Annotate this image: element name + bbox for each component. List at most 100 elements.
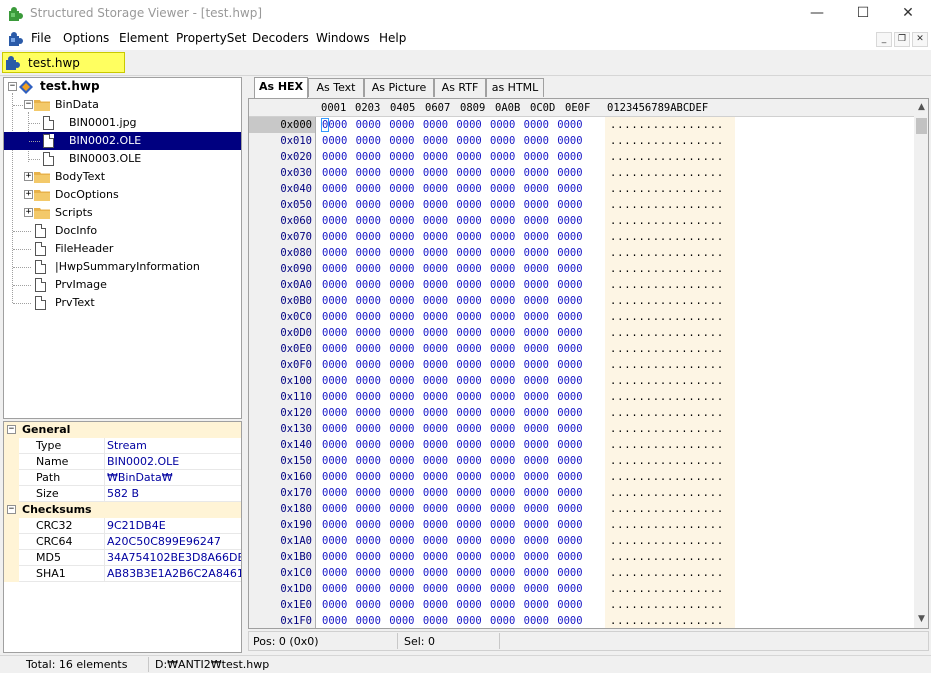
hex-row[interactable]: 0x0B0 0000 0000 0000 0000 0000 0000 0000 … bbox=[249, 293, 914, 309]
row-ascii[interactable]: ................ bbox=[610, 343, 724, 355]
section-general[interactable]: − General bbox=[4, 422, 241, 438]
hex-row[interactable]: 0x1E0 0000 0000 0000 0000 0000 0000 0000 … bbox=[249, 597, 914, 613]
property-row-crc64[interactable]: CRC64 A20C50C899E96247 bbox=[4, 534, 241, 550]
hex-row[interactable]: 0x1C0 0000 0000 0000 0000 0000 0000 0000 … bbox=[249, 565, 914, 581]
row-ascii[interactable]: ................ bbox=[610, 583, 724, 595]
row-ascii[interactable]: ................ bbox=[610, 439, 724, 451]
row-ascii[interactable]: ................ bbox=[610, 167, 724, 179]
hex-row[interactable]: 0x170 0000 0000 0000 0000 0000 0000 0000 … bbox=[249, 485, 914, 501]
collapse-icon[interactable]: − bbox=[7, 505, 16, 514]
row-bytes[interactable]: 0000 0000 0000 0000 0000 0000 0000 0000 bbox=[322, 311, 583, 323]
row-ascii[interactable]: ................ bbox=[610, 247, 724, 259]
hex-row[interactable]: 0x130 0000 0000 0000 0000 0000 0000 0000 … bbox=[249, 421, 914, 437]
row-ascii[interactable]: ................ bbox=[610, 231, 724, 243]
property-row-name[interactable]: Name BIN0002.OLE bbox=[4, 454, 241, 470]
property-row-size[interactable]: Size 582 B bbox=[4, 486, 241, 502]
row-ascii[interactable]: ................ bbox=[610, 359, 724, 371]
row-ascii[interactable]: ................ bbox=[610, 119, 724, 131]
row-bytes[interactable]: 0000 0000 0000 0000 0000 0000 0000 0000 bbox=[322, 535, 583, 547]
hex-row[interactable]: 0x080 0000 0000 0000 0000 0000 0000 0000 … bbox=[249, 245, 914, 261]
row-bytes[interactable]: 0000 0000 0000 0000 0000 0000 0000 0000 bbox=[322, 391, 583, 403]
row-bytes[interactable]: 0000 0000 0000 0000 0000 0000 0000 0000 bbox=[322, 407, 583, 419]
row-bytes[interactable]: 0000 0000 0000 0000 0000 0000 0000 0000 bbox=[322, 279, 583, 291]
tab-as-text[interactable]: As Text bbox=[308, 78, 364, 97]
hex-row[interactable]: 0x0A0 0000 0000 0000 0000 0000 0000 0000 … bbox=[249, 277, 914, 293]
document-tab[interactable]: test.hwp bbox=[2, 52, 125, 73]
row-ascii[interactable]: ................ bbox=[610, 199, 724, 211]
hex-row[interactable]: 0x0D0 0000 0000 0000 0000 0000 0000 0000 … bbox=[249, 325, 914, 341]
row-bytes[interactable]: 0000 0000 0000 0000 0000 0000 0000 0000 bbox=[322, 551, 583, 563]
property-row-sha1[interactable]: SHA1 AB83B3E1A2B6C2A8461... bbox=[4, 566, 241, 582]
hex-row[interactable]: 0x110 0000 0000 0000 0000 0000 0000 0000 … bbox=[249, 389, 914, 405]
hex-row[interactable]: 0x020 0000 0000 0000 0000 0000 0000 0000 … bbox=[249, 149, 914, 165]
menu-element[interactable]: Element bbox=[119, 31, 169, 45]
row-ascii[interactable]: ................ bbox=[610, 407, 724, 419]
puzzle-document-icon[interactable] bbox=[8, 31, 24, 47]
hex-editor[interactable]: 0001 0203 0405 0607 0809 0A0B 0C0D 0E0F … bbox=[248, 98, 929, 629]
hex-row[interactable]: 0x010 0000 0000 0000 0000 0000 0000 0000 … bbox=[249, 133, 914, 149]
hex-row[interactable]: 0x120 0000 0000 0000 0000 0000 0000 0000 … bbox=[249, 405, 914, 421]
tree-item-bin0001[interactable]: BIN0001.jpg bbox=[4, 114, 241, 132]
expand-icon[interactable]: + bbox=[24, 208, 33, 217]
row-bytes[interactable]: 0000 0000 0000 0000 0000 0000 0000 0000 bbox=[322, 471, 583, 483]
hex-row[interactable]: 0x160 0000 0000 0000 0000 0000 0000 0000 … bbox=[249, 469, 914, 485]
row-ascii[interactable]: ................ bbox=[610, 423, 724, 435]
menu-propertyset[interactable]: PropertySet bbox=[176, 31, 246, 45]
hex-row[interactable]: 0x0E0 0000 0000 0000 0000 0000 0000 0000 … bbox=[249, 341, 914, 357]
row-bytes[interactable]: 0000 0000 0000 0000 0000 0000 0000 0000 bbox=[322, 263, 583, 275]
collapse-icon[interactable]: − bbox=[24, 100, 33, 109]
row-ascii[interactable]: ................ bbox=[610, 471, 724, 483]
row-ascii[interactable]: ................ bbox=[610, 215, 724, 227]
hex-row[interactable]: 0x100 0000 0000 0000 0000 0000 0000 0000 … bbox=[249, 373, 914, 389]
tab-as-hex[interactable]: As HEX bbox=[254, 77, 308, 98]
scroll-thumb[interactable] bbox=[916, 118, 927, 134]
hex-row[interactable]: 0x190 0000 0000 0000 0000 0000 0000 0000 … bbox=[249, 517, 914, 533]
section-checksums[interactable]: − Checksums bbox=[4, 502, 241, 518]
row-bytes[interactable]: 0000 0000 0000 0000 0000 0000 0000 0000 bbox=[322, 215, 583, 227]
row-bytes[interactable]: 0000 0000 0000 0000 0000 0000 0000 0000 bbox=[322, 455, 583, 467]
tree-item-scripts[interactable]: + Scripts bbox=[4, 204, 241, 222]
hex-row[interactable]: 0x090 0000 0000 0000 0000 0000 0000 0000 … bbox=[249, 261, 914, 277]
row-bytes[interactable]: 0000 0000 0000 0000 0000 0000 0000 0000 bbox=[322, 439, 583, 451]
menu-options[interactable]: Options bbox=[63, 31, 109, 45]
tree-item-bin0002[interactable]: BIN0002.OLE bbox=[4, 132, 241, 150]
tree-item-docinfo[interactable]: DocInfo bbox=[4, 222, 241, 240]
row-ascii[interactable]: ................ bbox=[610, 279, 724, 291]
row-bytes[interactable]: 0000 0000 0000 0000 0000 0000 0000 0000 bbox=[322, 615, 583, 627]
row-ascii[interactable]: ................ bbox=[610, 535, 724, 547]
tree-item-prvtext[interactable]: PrvText bbox=[4, 294, 241, 312]
row-bytes[interactable]: 0000 0000 0000 0000 0000 0000 0000 0000 bbox=[322, 135, 583, 147]
row-ascii[interactable]: ................ bbox=[610, 615, 724, 627]
mdi-minimize-button[interactable]: _ bbox=[876, 32, 892, 47]
vertical-scrollbar[interactable]: ▲ ▼ bbox=[914, 99, 928, 628]
row-ascii[interactable]: ................ bbox=[610, 567, 724, 579]
row-ascii[interactable]: ................ bbox=[610, 519, 724, 531]
row-bytes[interactable]: 0000 0000 0000 0000 0000 0000 0000 0000 bbox=[322, 487, 583, 499]
row-bytes[interactable]: 0000 0000 0000 0000 0000 0000 0000 0000 bbox=[322, 503, 583, 515]
row-bytes[interactable]: 0000 0000 0000 0000 0000 0000 0000 0000 bbox=[322, 183, 583, 195]
property-row-path[interactable]: Path ₩BinData₩ bbox=[4, 470, 241, 486]
tree-item-bindata[interactable]: − BinData bbox=[4, 96, 241, 114]
row-ascii[interactable]: ................ bbox=[610, 487, 724, 499]
hex-row[interactable]: 0x040 0000 0000 0000 0000 0000 0000 0000 … bbox=[249, 181, 914, 197]
tree-item-hwpsummaryinformation[interactable]: |HwpSummaryInformation bbox=[4, 258, 241, 276]
row-bytes[interactable]: 0000 0000 0000 0000 0000 0000 0000 0000 bbox=[322, 343, 583, 355]
row-bytes[interactable]: 0000 0000 0000 0000 0000 0000 0000 0000 bbox=[322, 231, 583, 243]
expand-icon[interactable]: + bbox=[24, 190, 33, 199]
minimize-button[interactable]: — bbox=[794, 0, 840, 28]
menu-windows[interactable]: Windows bbox=[316, 31, 370, 45]
row-ascii[interactable]: ................ bbox=[610, 151, 724, 163]
hex-row[interactable]: 0x150 0000 0000 0000 0000 0000 0000 0000 … bbox=[249, 453, 914, 469]
hex-row[interactable]: 0x0F0 0000 0000 0000 0000 0000 0000 0000 … bbox=[249, 357, 914, 373]
row-bytes[interactable]: 0000 0000 0000 0000 0000 0000 0000 0000 bbox=[322, 599, 583, 611]
tab-as-picture[interactable]: As Picture bbox=[364, 78, 434, 97]
tab-as-html[interactable]: as HTML bbox=[486, 78, 544, 97]
tree-item-root[interactable]: − test.hwp bbox=[4, 78, 241, 96]
tab-as-rtf[interactable]: As RTF bbox=[434, 78, 486, 97]
row-ascii[interactable]: ................ bbox=[610, 135, 724, 147]
row-bytes[interactable]: 0000 0000 0000 0000 0000 0000 0000 0000 bbox=[322, 119, 583, 131]
row-bytes[interactable]: 0000 0000 0000 0000 0000 0000 0000 0000 bbox=[322, 327, 583, 339]
row-bytes[interactable]: 0000 0000 0000 0000 0000 0000 0000 0000 bbox=[322, 167, 583, 179]
hex-row[interactable]: 0x1A0 0000 0000 0000 0000 0000 0000 0000 … bbox=[249, 533, 914, 549]
hex-row[interactable]: 0x030 0000 0000 0000 0000 0000 0000 0000 … bbox=[249, 165, 914, 181]
